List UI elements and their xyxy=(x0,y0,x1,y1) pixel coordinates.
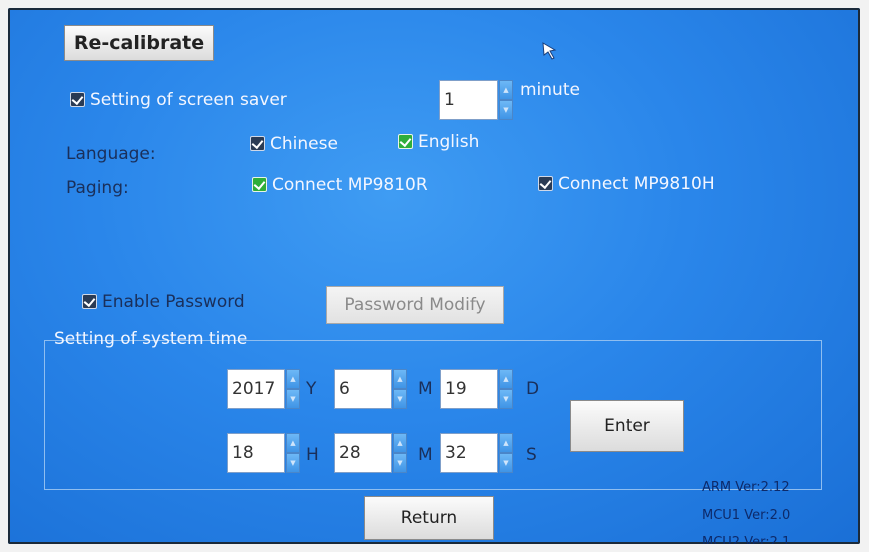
checkbox-checked-icon xyxy=(252,177,267,192)
month-value[interactable]: 6 xyxy=(334,369,392,409)
spin-up-icon[interactable]: ▲ xyxy=(286,369,300,389)
hour-unit: H xyxy=(306,445,319,465)
enable-password-checkbox[interactable]: Enable Password xyxy=(82,292,245,312)
mcu2-version: MCU2 Ver:2.1 xyxy=(702,535,791,544)
language-label: Language: xyxy=(66,144,156,164)
mouse-pointer-icon xyxy=(542,42,557,60)
spin-up-icon[interactable]: ▲ xyxy=(499,433,513,453)
paging-label: Paging: xyxy=(66,178,129,198)
language-english-label: English xyxy=(418,132,480,152)
spin-up-icon[interactable]: ▲ xyxy=(393,369,407,389)
spin-up-icon[interactable]: ▲ xyxy=(499,80,513,100)
paging-mp9810r-label: Connect MP9810R xyxy=(272,175,428,195)
screen-saver-spinbox[interactable]: 1 ▲ ▼ xyxy=(439,80,513,120)
hour-spinbox[interactable]: 18 ▲ ▼ xyxy=(227,433,301,473)
second-spinbox[interactable]: 32 ▲ ▼ xyxy=(440,433,514,473)
screen-saver-value[interactable]: 1 xyxy=(439,80,498,120)
spin-down-icon[interactable]: ▼ xyxy=(286,389,300,409)
hour-value[interactable]: 18 xyxy=(227,433,285,473)
second-unit: S xyxy=(526,445,537,465)
year-spinbox[interactable]: 2017 ▲ ▼ xyxy=(227,369,301,409)
spin-up-icon[interactable]: ▲ xyxy=(393,433,407,453)
minute-value[interactable]: 28 xyxy=(334,433,392,473)
spin-arrows[interactable]: ▲ ▼ xyxy=(393,369,407,409)
spin-arrows[interactable]: ▲ ▼ xyxy=(393,433,407,473)
checkbox-checked-icon xyxy=(70,92,85,107)
screen-saver-label: Setting of screen saver xyxy=(90,90,287,110)
spin-arrows[interactable]: ▲ ▼ xyxy=(286,369,300,409)
month-unit: M xyxy=(418,379,433,399)
spin-arrows[interactable]: ▲ ▼ xyxy=(499,80,513,120)
day-unit: D xyxy=(526,379,540,399)
screen-saver-checkbox[interactable]: Setting of screen saver xyxy=(70,90,287,110)
mcu1-version: MCU1 Ver:2.0 xyxy=(702,508,791,523)
return-button[interactable]: Return xyxy=(364,496,494,540)
spin-down-icon[interactable]: ▼ xyxy=(499,453,513,473)
spin-arrows[interactable]: ▲ ▼ xyxy=(499,433,513,473)
spin-down-icon[interactable]: ▼ xyxy=(286,453,300,473)
arm-version: ARM Ver:2.12 xyxy=(702,480,790,495)
spin-arrows[interactable]: ▲ ▼ xyxy=(286,433,300,473)
spin-down-icon[interactable]: ▼ xyxy=(499,389,513,409)
spin-arrows[interactable]: ▲ ▼ xyxy=(499,369,513,409)
spin-down-icon[interactable]: ▼ xyxy=(393,389,407,409)
paging-mp9810h-checkbox[interactable]: Connect MP9810H xyxy=(538,174,715,194)
day-value[interactable]: 19 xyxy=(440,369,498,409)
day-spinbox[interactable]: 19 ▲ ▼ xyxy=(440,369,514,409)
spin-up-icon[interactable]: ▲ xyxy=(286,433,300,453)
checkbox-checked-icon xyxy=(250,136,265,151)
screen-saver-unit: minute xyxy=(520,80,580,100)
checkbox-checked-icon xyxy=(82,294,97,309)
language-english-checkbox[interactable]: English xyxy=(398,132,479,152)
spin-down-icon[interactable]: ▼ xyxy=(499,100,513,120)
checkbox-checked-icon xyxy=(398,134,413,149)
spin-down-icon[interactable]: ▼ xyxy=(393,453,407,473)
recalibrate-button[interactable]: Re-calibrate xyxy=(64,25,214,61)
second-value[interactable]: 32 xyxy=(440,433,498,473)
minute-spinbox[interactable]: 28 ▲ ▼ xyxy=(334,433,408,473)
year-value[interactable]: 2017 xyxy=(227,369,285,409)
language-chinese-checkbox[interactable]: Chinese xyxy=(250,134,338,154)
system-time-group xyxy=(44,340,822,490)
month-spinbox[interactable]: 6 ▲ ▼ xyxy=(334,369,408,409)
system-time-title: Setting of system time xyxy=(54,329,248,349)
enable-password-label: Enable Password xyxy=(102,292,245,312)
language-chinese-label: Chinese xyxy=(270,134,338,154)
enter-button[interactable]: Enter xyxy=(570,400,684,452)
paging-mp9810r-checkbox[interactable]: Connect MP9810R xyxy=(252,175,428,195)
minute-unit: M xyxy=(418,445,433,465)
spin-up-icon[interactable]: ▲ xyxy=(499,369,513,389)
checkbox-checked-icon xyxy=(538,176,553,191)
password-modify-button[interactable]: Password Modify xyxy=(326,286,504,324)
settings-screen: Re-calibrate Setting of screen saver 1 ▲… xyxy=(8,8,860,544)
paging-mp9810h-label: Connect MP9810H xyxy=(558,174,715,194)
year-unit: Y xyxy=(306,379,317,399)
